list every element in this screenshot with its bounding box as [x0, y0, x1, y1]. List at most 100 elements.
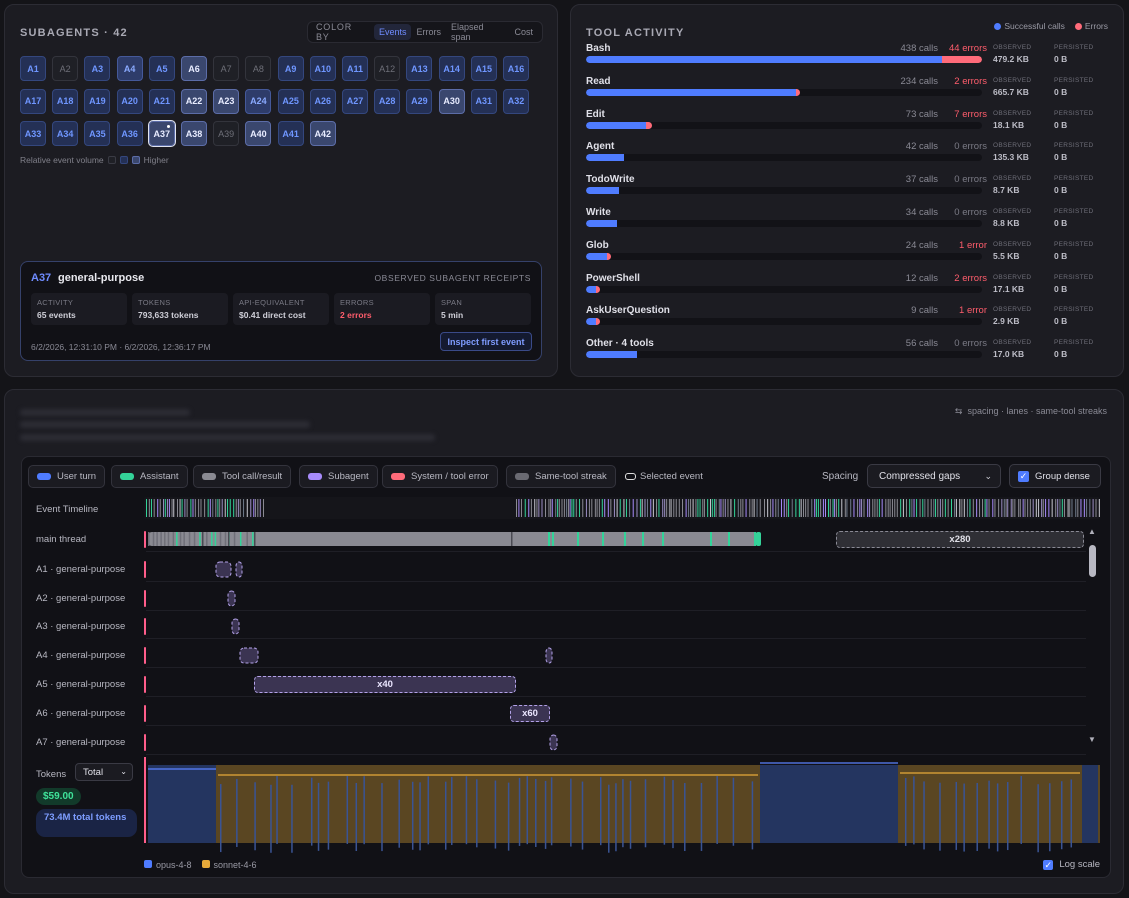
tool-errors: 0 errors — [954, 174, 987, 186]
timeline-tick — [625, 499, 627, 517]
tool-row[interactable]: PowerShell 12 calls 2 errors OBSERVED 17.1 K… — [586, 273, 1116, 305]
tool-row[interactable]: Other · 4 tools 56 calls 0 errors OBSERVED 1… — [586, 338, 1116, 370]
blurred-meta — [20, 434, 435, 441]
timeline-tick — [644, 499, 646, 517]
lane-start-tick — [144, 618, 146, 635]
subagent-tile[interactable]: A31 — [470, 88, 497, 114]
log-scale-checkbox[interactable]: ✓ Log scale — [1043, 859, 1100, 870]
subagent-tile[interactable]: A28 — [374, 88, 401, 114]
subagent-tile[interactable]: A36 — [116, 121, 143, 146]
subagent-tile[interactable]: A7 — [213, 56, 240, 81]
subagent-tile[interactable]: A25 — [277, 88, 304, 114]
subagent-tile-label: A30 — [443, 96, 460, 106]
tool-row[interactable]: Read 234 calls 2 errors OBSERVED 665.7 KB PER… — [586, 76, 1116, 108]
subagent-tile[interactable]: A18 — [52, 88, 79, 114]
subagent-tile[interactable]: A10 — [309, 56, 336, 81]
inspect-first-event-button[interactable]: Inspect first event — [440, 332, 532, 351]
lane-start-tick — [144, 590, 146, 607]
lane-start-tick — [144, 705, 146, 722]
scroll-down-icon[interactable]: ▼ — [1088, 735, 1096, 744]
tool-row[interactable]: Bash 438 calls 44 errors OBSERVED 479.2 KB PE… — [586, 43, 1116, 75]
subagent-tile[interactable]: A40 — [245, 121, 272, 146]
subagent-tile[interactable]: A34 — [52, 121, 79, 146]
lane-label: A6 · general-purpose — [36, 708, 126, 719]
main-thread-event — [156, 532, 158, 546]
color-by-cost[interactable]: Cost — [509, 24, 538, 40]
lanes-scrollbar[interactable]: ▲ ▼ — [1086, 527, 1098, 749]
subagent-tile[interactable]: A19 — [84, 88, 111, 114]
subagent-tile[interactable]: A33 — [20, 121, 46, 146]
subagent-tile[interactable]: A42 — [309, 121, 336, 146]
subagent-tile[interactable]: A27 — [342, 88, 368, 114]
color-by-errors[interactable]: Errors — [411, 24, 446, 40]
main-thread-event — [164, 532, 166, 546]
subagent-tile[interactable]: A4 — [116, 56, 143, 81]
model-name: opus-4-8 — [156, 860, 192, 870]
subagent-tile[interactable]: A2 — [52, 56, 79, 81]
subagent-tile[interactable]: A38 — [181, 121, 207, 146]
tool-errors: 0 errors — [954, 338, 987, 350]
tool-row[interactable]: Glob 24 calls 1 error OBSERVED 5.5 KB PERSIST… — [586, 240, 1116, 272]
subagent-tile[interactable]: A11 — [342, 56, 368, 81]
subagent-tile[interactable]: A13 — [406, 56, 433, 81]
subagent-tile[interactable]: A6 — [181, 56, 207, 81]
timeline-tick — [176, 499, 178, 517]
stat-value: $0.41 direct cost — [239, 310, 306, 320]
tool-row[interactable]: Agent 42 calls 0 errors OBSERVED 135.3 KB PER… — [586, 141, 1116, 173]
timeline-tick — [984, 499, 986, 517]
subagent-tile[interactable]: A9 — [277, 56, 304, 81]
scrollbar-thumb[interactable] — [1089, 545, 1096, 577]
tokens-mode-select[interactable]: Total ⌄ — [75, 763, 133, 781]
timeline-tick — [1042, 499, 1044, 517]
subagent-tile[interactable]: A5 — [148, 56, 175, 81]
timeline-tick — [1029, 499, 1031, 517]
subagent-tile[interactable]: A39 — [213, 121, 240, 146]
tool-success-fill — [586, 56, 943, 63]
tool-row[interactable]: Write 34 calls 0 errors OBSERVED 8.8 KB PERSI… — [586, 207, 1116, 239]
subagent-streak[interactable]: x40 — [254, 676, 516, 693]
color-by-elapsed-span[interactable]: Elapsed span — [446, 19, 510, 45]
subagent-streak[interactable]: x60 — [510, 705, 550, 722]
tool-row[interactable]: Edit 73 calls 7 errors OBSERVED 18.1 KB PERSI… — [586, 109, 1116, 141]
subagent-tile[interactable]: A14 — [438, 56, 465, 81]
token-dip — [254, 782, 256, 851]
subagent-tile[interactable]: A26 — [309, 88, 336, 114]
subagent-tile[interactable]: A3 — [84, 56, 111, 81]
timeline-tick — [190, 499, 192, 517]
main-thread-streak[interactable]: x280 — [836, 531, 1084, 548]
timeline-tick — [805, 499, 807, 517]
timeline-tick — [770, 499, 772, 517]
mid-volume-swatch — [119, 156, 128, 164]
subagent-tile[interactable]: A22 — [181, 88, 207, 114]
subagent-tile[interactable]: A29 — [406, 88, 433, 114]
subagent-tile[interactable]: A30 — [438, 88, 465, 114]
subagent-tile[interactable]: A8 — [245, 56, 272, 81]
subagent-tile[interactable]: A15 — [470, 56, 497, 81]
subagent-tile[interactable]: A35 — [84, 121, 111, 146]
persisted-label: PERSISTED — [1054, 339, 1094, 347]
scroll-up-icon[interactable]: ▲ — [1088, 527, 1096, 536]
timeline-tick — [756, 499, 758, 517]
lane-divider — [146, 667, 1086, 668]
timeline-tick — [575, 499, 577, 517]
stat-label: ACTIVITY — [37, 298, 74, 307]
subagent-tile[interactable]: A32 — [503, 88, 529, 114]
timeline-tick — [670, 499, 672, 517]
subagent-tile[interactable]: A17 — [20, 88, 46, 114]
timeline-tick — [963, 499, 965, 517]
subagent-tile[interactable]: A41 — [277, 121, 304, 146]
tool-row[interactable]: AskUserQuestion 9 calls 1 error OBSERVED 2.9… — [586, 305, 1116, 337]
subagent-tile[interactable]: A16 — [503, 56, 529, 81]
color-by-events[interactable]: Events — [373, 24, 412, 40]
timeline-tick — [146, 499, 147, 517]
subagent-tile[interactable]: A20 — [116, 88, 143, 114]
receipt-tag: OBSERVED SUBAGENT RECEIPTS — [374, 273, 531, 283]
subagent-tile[interactable]: A12 — [374, 56, 401, 81]
subagent-tile[interactable]: A37 — [147, 120, 176, 147]
subagent-tile[interactable]: A1 — [20, 56, 46, 81]
subagent-tile[interactable]: A21 — [148, 88, 175, 114]
subagent-tile[interactable]: A23 — [213, 88, 240, 114]
timeline-tick — [1024, 499, 1026, 517]
tool-row[interactable]: TodoWrite 37 calls 0 errors OBSERVED 8.7 KB P… — [586, 174, 1116, 206]
subagent-tile[interactable]: A24 — [245, 88, 272, 114]
